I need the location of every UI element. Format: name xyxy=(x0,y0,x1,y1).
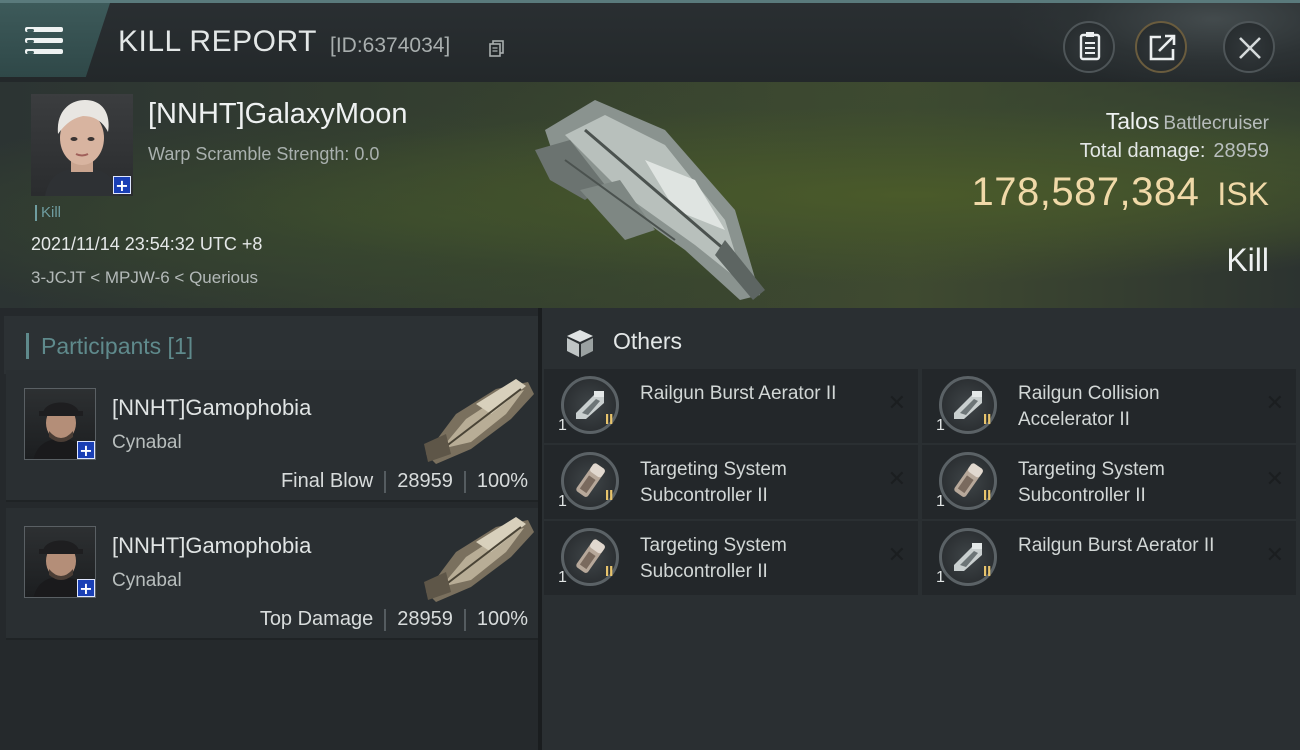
participant-row[interactable]: + [NNHT]Gamophobia Cynabal Top Damage 289… xyxy=(6,508,538,640)
item-name: Railgun Burst Aerator II xyxy=(640,383,837,404)
item-tier-badge: II xyxy=(605,411,614,428)
clipboard-icon xyxy=(1079,32,1101,61)
clipboard-button[interactable] xyxy=(1063,21,1115,73)
loot-item[interactable]: 1 II Targeting System Subcontroller II ✕ xyxy=(544,521,918,595)
item-tier-badge: II xyxy=(605,487,614,504)
item-tier-badge: II xyxy=(983,411,992,428)
participant-name[interactable]: [NNHT]Gamophobia xyxy=(112,533,311,559)
close-button[interactable] xyxy=(1223,21,1275,73)
destroyed-x-icon: ✕ xyxy=(887,391,906,416)
victim-ship-name[interactable]: Talos xyxy=(1106,108,1160,134)
participant-damage: 28959 xyxy=(397,608,453,630)
participant-ship: Cynabal xyxy=(112,432,182,453)
loot-item[interactable]: 1 II Railgun Burst Aerator II ✕ xyxy=(544,369,918,443)
item-name: Targeting System Subcontroller II xyxy=(640,535,787,582)
victim-ship-image xyxy=(535,100,765,300)
victim-ship-class: Battlecruiser xyxy=(1163,113,1269,134)
item-name: Targeting System Subcontroller II xyxy=(1018,459,1165,506)
participant-ship-image xyxy=(424,517,534,602)
participants-header: Participants [1] xyxy=(4,316,538,374)
isk-value: 178,587,384 xyxy=(971,170,1200,214)
add-contact-icon[interactable]: + xyxy=(77,441,95,459)
share-icon xyxy=(1149,34,1176,61)
kill-location-route: 3-JCJT < MPJW-6 < Querious xyxy=(31,268,259,287)
top-bar: KILL REPORT [ID:6374034] xyxy=(0,0,1300,85)
participants-title: Participants [1] xyxy=(26,333,193,359)
participant-role: Final Blow xyxy=(280,470,374,492)
item-tier-badge: II xyxy=(983,563,992,580)
kill-datetime: 2021/11/14 23:54:32 UTC +8 xyxy=(31,234,263,254)
share-button[interactable] xyxy=(1135,21,1187,73)
item-quantity: 1 xyxy=(936,569,945,586)
report-id: [ID:6374034] xyxy=(330,34,451,57)
item-quantity: 1 xyxy=(558,417,567,434)
participant-percent: 100% xyxy=(476,608,528,630)
cargo-box-icon xyxy=(567,330,593,357)
item-name: Railgun Burst Aerator II xyxy=(1018,535,1215,556)
loot-item[interactable]: 1 II Railgun Collision Accelerator II ✕ xyxy=(922,369,1296,443)
participant-name[interactable]: [NNHT]Gamophobia xyxy=(112,395,311,421)
item-name: Railgun Collision Accelerator II xyxy=(1018,383,1160,430)
total-damage-value: 28959 xyxy=(1213,140,1269,162)
loot-item[interactable]: 1 II Targeting System Subcontroller II ✕ xyxy=(544,445,918,519)
loot-item[interactable]: 1 II Railgun Burst Aerator II ✕ xyxy=(922,521,1296,595)
add-contact-icon[interactable]: + xyxy=(77,579,95,597)
kill-result-label: Kill xyxy=(1226,242,1269,278)
victim-name[interactable]: [NNHT]GalaxyMoon xyxy=(148,98,407,131)
kill-tag: Kill xyxy=(35,205,61,221)
item-tier-badge: II xyxy=(605,563,614,580)
others-title: Others xyxy=(613,328,683,354)
menu-icon xyxy=(25,25,63,57)
item-quantity: 1 xyxy=(558,493,567,510)
participant-damage: 28959 xyxy=(397,470,453,492)
item-tier-badge: II xyxy=(983,487,992,504)
add-contact-icon[interactable]: + xyxy=(113,176,131,194)
destroyed-x-icon: ✕ xyxy=(887,467,906,492)
participant-ship-image xyxy=(424,379,534,464)
participant-avatar[interactable]: + xyxy=(24,388,96,460)
participants-panel: Participants [1] + [NNHT]Gamophobia Cyna… xyxy=(0,308,542,750)
participant-ship: Cynabal xyxy=(112,570,182,591)
participant-stats: Top Damage 28959 100% xyxy=(260,608,528,631)
victim-summary: + [NNHT]GalaxyMoon Warp Scramble Strengt… xyxy=(0,82,1300,308)
loot-item[interactable]: 1 II Targeting System Subcontroller II ✕ xyxy=(922,445,1296,519)
item-name: Targeting System Subcontroller II xyxy=(640,459,787,506)
total-damage-label: Total damage: xyxy=(1079,140,1206,162)
victim-portrait[interactable]: + xyxy=(31,94,133,196)
copy-icon[interactable] xyxy=(489,40,505,58)
destroyed-x-icon: ✕ xyxy=(1265,391,1284,416)
victim-ship-line: Talos Battlecruiser xyxy=(1106,108,1269,135)
destroyed-x-icon: ✕ xyxy=(1265,543,1284,568)
item-quantity: 1 xyxy=(558,569,567,586)
isk-loss: 178,587,384 ISK xyxy=(971,170,1269,215)
participant-percent: 100% xyxy=(476,470,528,492)
close-icon xyxy=(1239,37,1261,59)
participant-stats: Final Blow 28959 100% xyxy=(281,470,528,493)
isk-unit: ISK xyxy=(1217,176,1269,212)
participant-row[interactable]: + [NNHT]Gamophobia Cynabal Final Blow 289… xyxy=(6,370,538,502)
total-damage: Total damage: 28959 xyxy=(1080,140,1269,163)
item-quantity: 1 xyxy=(936,493,945,510)
page-title: KILL REPORT xyxy=(118,25,317,58)
destroyed-x-icon: ✕ xyxy=(887,543,906,568)
participant-role: Top Damage xyxy=(259,608,374,630)
others-panel: Others 1 II Railgun Burst Aerator II ✕ 1 II Ra… xyxy=(542,308,1300,750)
item-quantity: 1 xyxy=(936,417,945,434)
participant-avatar[interactable]: + xyxy=(24,526,96,598)
destroyed-x-icon: ✕ xyxy=(1265,467,1284,492)
menu-button[interactable] xyxy=(0,3,110,77)
warp-scramble-text: Warp Scramble Strength: 0.0 xyxy=(148,144,380,164)
